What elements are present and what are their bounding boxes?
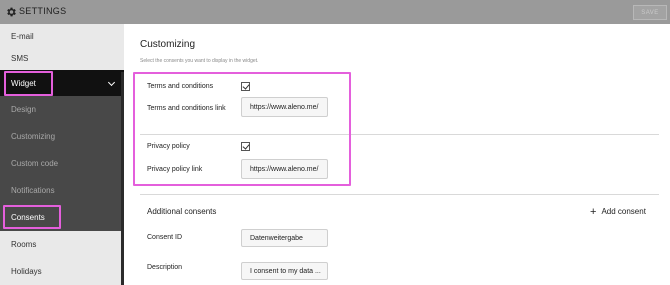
additional-consents-title: Additional consents	[147, 207, 217, 216]
top-bar: SETTINGS SAVE	[0, 0, 670, 24]
plus-icon: +	[590, 205, 597, 218]
sidebar-item-label: Custom code	[11, 159, 59, 168]
description-label: Description	[147, 264, 183, 271]
sidebar-item-customizing[interactable]: Customizing	[0, 123, 124, 150]
terms-checkbox[interactable]	[241, 82, 250, 91]
sidebar-item-label: SMS	[11, 53, 29, 63]
sidebar-item-label: Widget	[11, 78, 36, 88]
terms-label: Terms and conditions	[147, 83, 214, 90]
sidebar-item-label: Design	[11, 105, 36, 114]
privacy-link-label: Privacy policy link	[147, 166, 203, 173]
sidebar-item-sms[interactable]: SMS	[0, 46, 124, 70]
sidebar-item-widget[interactable]: Widget	[0, 70, 124, 96]
privacy-label: Privacy policy	[147, 143, 190, 150]
add-consent-button[interactable]: + Add consent	[590, 205, 646, 218]
save-button[interactable]: SAVE	[633, 5, 667, 20]
page-title: SETTINGS	[19, 6, 67, 16]
sidebar-item-label: Holidays	[11, 267, 42, 276]
sidebar: E-mail SMS Widget Design Customizing Cus…	[0, 24, 124, 285]
consent-id-label: Consent ID	[147, 234, 183, 241]
privacy-link-input[interactable]: https://www.aleno.me/	[241, 159, 328, 179]
sidebar-item-notifications[interactable]: Notifications	[0, 177, 124, 204]
section-heading: Customizing	[140, 39, 196, 50]
sidebar-item-label: Notifications	[11, 186, 55, 195]
sidebar-item-consents[interactable]: Consents	[0, 204, 124, 231]
terms-link-input[interactable]: https://www.aleno.me/	[241, 97, 328, 117]
sidebar-item-holidays[interactable]: Holidays	[0, 258, 124, 285]
sidebar-item-label: Customizing	[11, 132, 56, 141]
add-consent-label: Add consent	[601, 207, 646, 216]
divider	[140, 134, 659, 135]
sidebar-item-label: Consents	[11, 213, 45, 222]
sidebar-item-rooms[interactable]: Rooms	[0, 231, 124, 258]
divider	[140, 194, 659, 195]
privacy-checkbox[interactable]	[241, 142, 250, 151]
sidebar-item-label: E-mail	[11, 31, 34, 41]
terms-link-label: Terms and conditions link	[147, 105, 226, 112]
section-subtitle: Select the consents you want to display …	[140, 58, 259, 64]
description-input[interactable]: I consent to my data ...	[241, 262, 328, 280]
chevron-down-icon	[107, 78, 116, 87]
sidebar-item-email[interactable]: E-mail	[0, 24, 124, 48]
gear-icon	[7, 7, 16, 17]
consent-id-input[interactable]: Datenweitergabe	[241, 229, 328, 247]
main-content: Customizing Select the consents you want…	[124, 24, 670, 285]
sidebar-item-design[interactable]: Design	[0, 96, 124, 123]
sidebar-item-custom-code[interactable]: Custom code	[0, 150, 124, 177]
sidebar-item-label: Rooms	[11, 240, 37, 249]
